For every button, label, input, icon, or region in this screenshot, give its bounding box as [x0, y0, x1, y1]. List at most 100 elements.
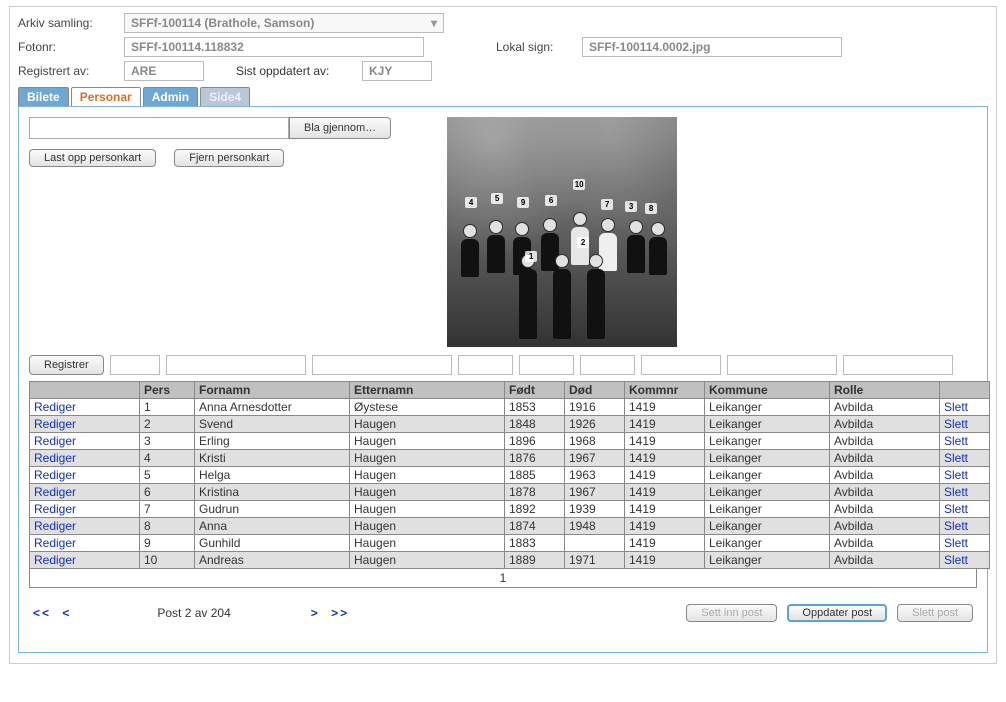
cell-fornamn: Gunhild: [195, 535, 350, 552]
delete-link[interactable]: Slett: [944, 400, 968, 414]
fotonr-input[interactable]: [124, 37, 424, 57]
photo-marker: 6: [545, 195, 557, 206]
cell-fodd: 1885: [505, 467, 565, 484]
tab-panel: Bla gjennom… Last opp personkart Fjern p…: [18, 106, 988, 653]
cell-etternamn: Haugen: [350, 416, 505, 433]
photo-marker: 3: [625, 201, 637, 212]
delete-link[interactable]: Slett: [944, 468, 968, 482]
delete-link[interactable]: Slett: [944, 536, 968, 550]
cell-dod: 1968: [565, 433, 625, 450]
cell-fodd: 1876: [505, 450, 565, 467]
tab-bilete[interactable]: Bilete: [18, 87, 69, 106]
cell-pers: 2: [140, 416, 195, 433]
sist-input[interactable]: [362, 61, 432, 81]
tab-personar[interactable]: Personar: [71, 87, 141, 106]
delete-link[interactable]: Slett: [944, 417, 968, 431]
reg-fornamn-input[interactable]: [166, 355, 306, 375]
delete-link[interactable]: Slett: [944, 553, 968, 567]
table-row: Rediger6KristinaHaugen187819671419Leikan…: [30, 484, 990, 501]
table-row: Rediger1Anna ArnesdotterØystese185319161…: [30, 399, 990, 416]
label-sist: Sist oppdatert av:: [236, 64, 356, 78]
registrert-input[interactable]: [124, 61, 204, 81]
reg-kommune-input[interactable]: [641, 355, 721, 375]
delete-link[interactable]: Slett: [944, 519, 968, 533]
cell-rolle: Avbilda: [830, 535, 940, 552]
edit-link[interactable]: Rediger: [34, 536, 76, 550]
cell-etternamn: Haugen: [350, 450, 505, 467]
upload-personkart-button[interactable]: Last opp personkart: [29, 149, 156, 167]
arkiv-value: SFFf-100114 (Brathole, Samson): [131, 16, 314, 30]
tab-admin[interactable]: Admin: [143, 87, 198, 106]
delete-link[interactable]: Slett: [944, 451, 968, 465]
edit-link[interactable]: Rediger: [34, 468, 76, 482]
reg-rolle-input[interactable]: [727, 355, 837, 375]
th-dod: Død: [565, 382, 625, 399]
edit-link[interactable]: Rediger: [34, 417, 76, 431]
table-row: Rediger5HelgaHaugen188519631419Leikanger…: [30, 467, 990, 484]
cell-fodd: 1853: [505, 399, 565, 416]
th-fornamn: Fornamn: [195, 382, 350, 399]
remove-personkart-button[interactable]: Fjern personkart: [174, 149, 284, 167]
reg-extra-input[interactable]: [843, 355, 953, 375]
cell-etternamn: Haugen: [350, 552, 505, 569]
nav-next[interactable]: >: [311, 606, 320, 620]
edit-link[interactable]: Rediger: [34, 519, 76, 533]
photo-marker: 1: [525, 251, 537, 262]
edit-link[interactable]: Rediger: [34, 451, 76, 465]
cell-pers: 6: [140, 484, 195, 501]
cell-fornamn: Andreas: [195, 552, 350, 569]
nav-first[interactable]: <<: [33, 606, 51, 620]
table-row: Rediger8AnnaHaugen187419481419LeikangerA…: [30, 518, 990, 535]
slett-post-button[interactable]: Slett post: [897, 604, 973, 622]
tab-side4[interactable]: Side4: [200, 87, 250, 106]
tab-bar: Bilete Personar Admin Side4: [18, 87, 988, 106]
table-row: Rediger4KristiHaugen187619671419Leikange…: [30, 450, 990, 467]
th-fodd: Født: [505, 382, 565, 399]
reg-kommnr-input[interactable]: [580, 355, 635, 375]
table-row: Rediger7GudrunHaugen189219391419Leikange…: [30, 501, 990, 518]
cell-rolle: Avbilda: [830, 450, 940, 467]
delete-link[interactable]: Slett: [944, 502, 968, 516]
cell-rolle: Avbilda: [830, 399, 940, 416]
file-path-input[interactable]: [29, 117, 289, 139]
cell-etternamn: Øystese: [350, 399, 505, 416]
sett-inn-post-button[interactable]: Sett inn post: [686, 604, 777, 622]
edit-link[interactable]: Rediger: [34, 400, 76, 414]
oppdater-post-button[interactable]: Oppdater post: [787, 604, 887, 622]
reg-pers-input[interactable]: [110, 355, 160, 375]
main-window: Arkiv samling: SFFf-100114 (Brathole, Sa…: [9, 6, 997, 664]
cell-etternamn: Haugen: [350, 501, 505, 518]
delete-link[interactable]: Slett: [944, 485, 968, 499]
cell-dod: 1916: [565, 399, 625, 416]
cell-pers: 5: [140, 467, 195, 484]
lokal-input[interactable]: [582, 37, 842, 57]
photo-marker: 2: [577, 237, 589, 248]
person-photo: 4 5 9 6 10 7 3 8 1 2: [447, 117, 677, 347]
reg-etternamn-input[interactable]: [312, 355, 452, 375]
nav-last[interactable]: >>: [331, 606, 349, 620]
cell-kommnr: 1419: [625, 552, 705, 569]
photo-marker: 5: [491, 193, 503, 204]
browse-button[interactable]: Bla gjennom…: [289, 117, 391, 139]
cell-pers: 1: [140, 399, 195, 416]
th-pers: Pers: [140, 382, 195, 399]
delete-link[interactable]: Slett: [944, 434, 968, 448]
post-counter: Post 2 av 204: [157, 606, 230, 620]
reg-fodd-input[interactable]: [458, 355, 513, 375]
cell-rolle: Avbilda: [830, 467, 940, 484]
registrer-button[interactable]: Registrer: [29, 355, 104, 375]
edit-link[interactable]: Rediger: [34, 434, 76, 448]
cell-pers: 4: [140, 450, 195, 467]
cell-fornamn: Erling: [195, 433, 350, 450]
cell-kommune: Leikanger: [705, 535, 830, 552]
cell-pers: 8: [140, 518, 195, 535]
nav-prev[interactable]: <: [62, 606, 71, 620]
edit-link[interactable]: Rediger: [34, 502, 76, 516]
edit-link[interactable]: Rediger: [34, 553, 76, 567]
reg-dod-input[interactable]: [519, 355, 574, 375]
cell-fornamn: Anna Arnesdotter: [195, 399, 350, 416]
table-row: Rediger2SvendHaugen184819261419Leikanger…: [30, 416, 990, 433]
cell-etternamn: Haugen: [350, 518, 505, 535]
arkiv-select[interactable]: SFFf-100114 (Brathole, Samson) ▾: [124, 13, 444, 33]
edit-link[interactable]: Rediger: [34, 485, 76, 499]
